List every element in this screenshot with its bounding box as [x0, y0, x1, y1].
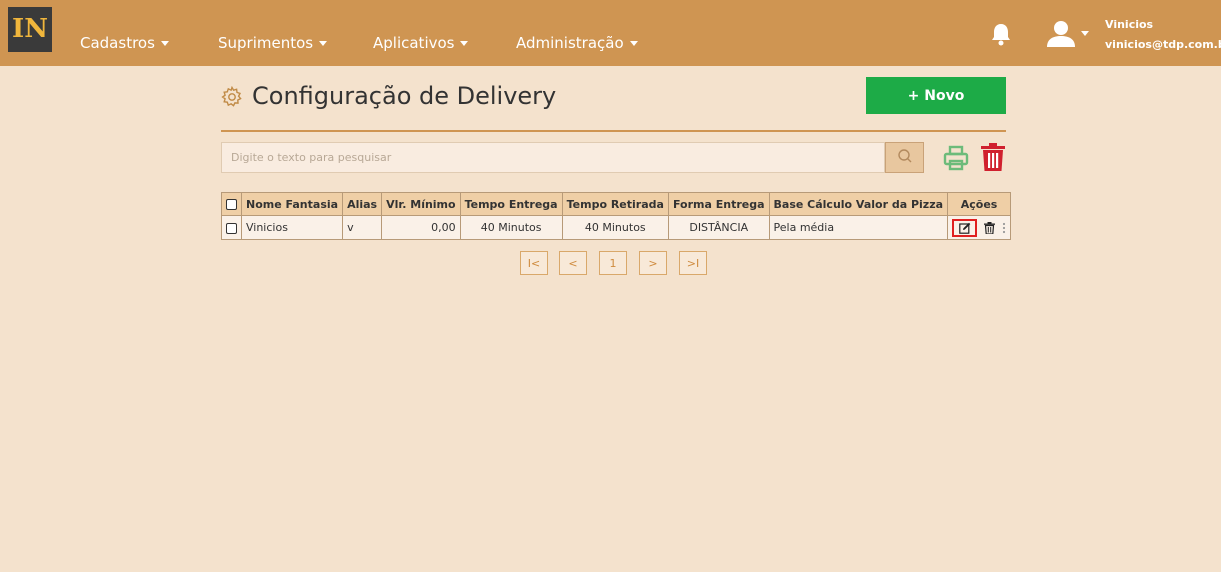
edit-icon [958, 222, 970, 234]
caret-down-icon [629, 40, 638, 46]
cell-actions [947, 215, 1012, 240]
trash-icon[interactable] [980, 142, 1006, 172]
cell-alias: v [342, 215, 383, 240]
delivery-config-table: Nome Fantasia Alias Vlr. Mínimo Tempo En… [221, 192, 1012, 240]
row-actions [952, 218, 1006, 237]
menu-administracao-label: Administração [516, 34, 624, 52]
col-acoes: Ações [947, 192, 1012, 216]
search-input[interactable] [221, 142, 885, 173]
select-all-checkbox[interactable] [226, 199, 237, 210]
menu-administracao[interactable]: Administração [516, 34, 638, 52]
more-options-button[interactable] [1002, 222, 1006, 234]
menu-aplicativos-label: Aplicativos [373, 34, 455, 52]
cell-vlr-minimo: 0,00 [381, 215, 461, 240]
new-button[interactable]: + Novo [866, 77, 1006, 114]
cell-forma-entrega: DISTÂNCIA [667, 215, 770, 240]
menu-cadastros[interactable]: Cadastros [80, 34, 169, 52]
table-row[interactable]: Vinicios v 0,00 40 Minutos 40 Minutos DI… [221, 215, 1012, 240]
gear-icon [221, 86, 242, 107]
menu-suprimentos-label: Suprimentos [218, 34, 314, 52]
page-title: Configuração de Delivery [252, 82, 557, 110]
edit-button[interactable] [952, 218, 978, 237]
cell-tempo-entrega: 40 Minutos [459, 215, 563, 240]
pagination-prev[interactable]: < [559, 251, 587, 275]
caret-down-icon [319, 40, 328, 46]
col-nome-fantasia[interactable]: Nome Fantasia [240, 192, 344, 216]
pagination-page-current[interactable]: 1 [599, 251, 627, 275]
row-select-cell [221, 215, 242, 240]
col-tempo-retirada[interactable]: Tempo Retirada [561, 192, 669, 216]
pagination-last[interactable]: >I [679, 251, 707, 275]
trash-icon [984, 221, 996, 234]
cell-base-calculo: Pela média [768, 215, 949, 240]
user-name: Vinicios [1105, 18, 1154, 31]
cell-nome-fantasia: Vinicios [240, 215, 344, 240]
select-all-header [221, 192, 242, 216]
user-email: vinicios@tdp.com.br [1105, 38, 1221, 51]
cell-tempo-retirada: 40 Minutos [561, 215, 669, 240]
pagination-first[interactable]: I< [520, 251, 548, 275]
col-vlr-minimo[interactable]: Vlr. Mínimo [381, 192, 461, 216]
row-checkbox[interactable] [226, 222, 237, 234]
caret-down-icon [160, 40, 169, 46]
col-alias[interactable]: Alias [342, 192, 383, 216]
col-tempo-entrega[interactable]: Tempo Entrega [459, 192, 563, 216]
search-button[interactable] [885, 142, 924, 173]
menu-aplicativos[interactable]: Aplicativos [373, 34, 469, 52]
more-vertical-icon [1002, 222, 1006, 233]
caret-down-icon [460, 40, 469, 46]
pagination-next[interactable]: > [639, 251, 667, 275]
header-divider [221, 130, 1006, 132]
col-forma-entrega[interactable]: Forma Entrega [667, 192, 770, 216]
print-icon[interactable] [942, 144, 970, 172]
menu-cadastros-label: Cadastros [80, 34, 155, 52]
menu-suprimentos[interactable]: Suprimentos [218, 34, 328, 52]
user-icon[interactable] [1044, 20, 1078, 48]
delete-row-button[interactable] [984, 221, 996, 234]
app-logo[interactable]: IN [8, 7, 52, 52]
bell-icon[interactable] [990, 22, 1012, 46]
search-icon [897, 149, 911, 163]
col-base-calculo[interactable]: Base Cálculo Valor da Pizza [768, 192, 949, 216]
top-navbar: IN Cadastros Suprimentos Aplicativos Adm… [0, 0, 1221, 66]
user-caret-down-icon[interactable] [1081, 31, 1089, 36]
table-header-row: Nome Fantasia Alias Vlr. Mínimo Tempo En… [221, 192, 1012, 216]
